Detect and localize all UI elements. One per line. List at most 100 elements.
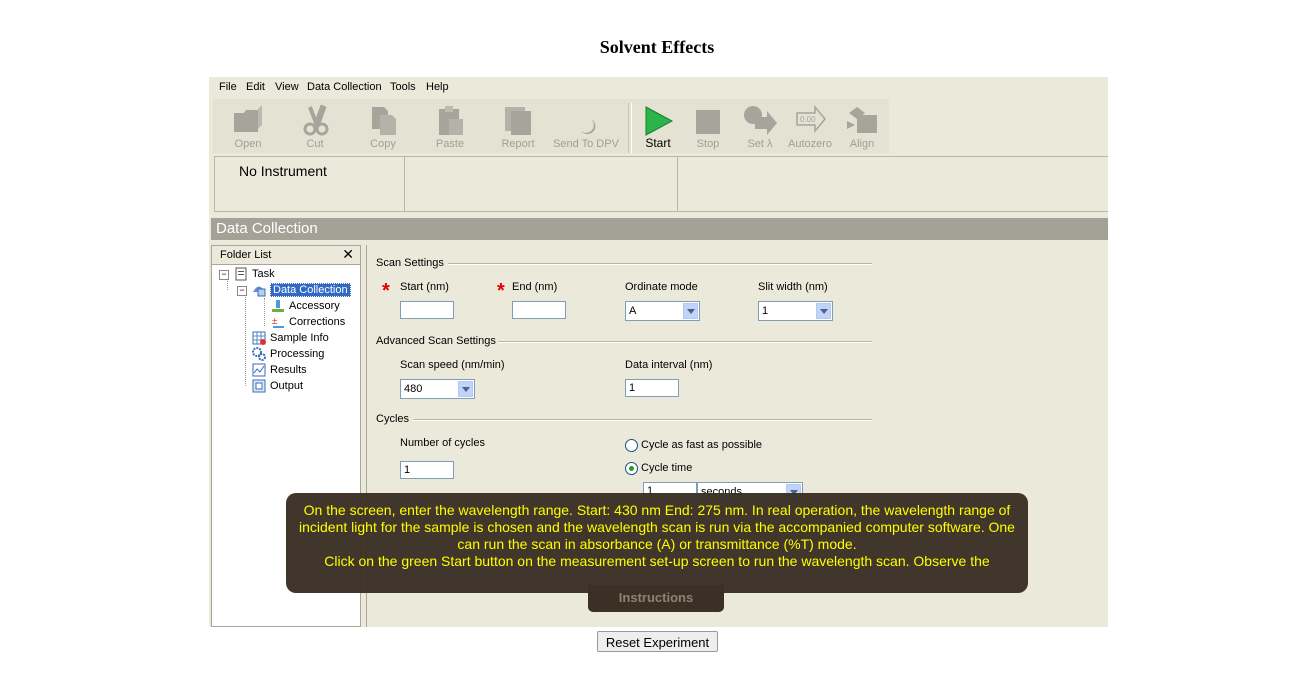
number-of-cycles-label: Number of cycles (400, 437, 485, 449)
cycle-time-label: Cycle time (641, 462, 693, 474)
end-nm-input[interactable] (512, 301, 566, 319)
report-icon (505, 107, 531, 135)
task-icon (235, 267, 247, 281)
start-nm-input[interactable] (400, 301, 454, 319)
reset-experiment-button[interactable]: Reset Experiment (597, 631, 718, 652)
copy-button[interactable]: Copy (348, 101, 418, 151)
tree-item-output[interactable]: Output (252, 379, 303, 393)
tree-item-sample-info[interactable]: Sample Info (252, 331, 329, 346)
folder-list-header: Folder List ✕ (212, 246, 360, 265)
menu-edit[interactable]: Edit (246, 81, 265, 93)
play-icon (645, 106, 673, 136)
ordinate-mode-label: Ordinate mode (625, 281, 698, 293)
corrections-icon: ± (272, 316, 284, 329)
align-icon (847, 107, 877, 133)
report-label: Report (501, 138, 535, 150)
cycle-time-radio[interactable] (625, 462, 638, 475)
chevron-down-icon (816, 303, 831, 319)
slit-width-label: Slit width (nm) (758, 281, 828, 293)
folder-list-title: Folder List (220, 249, 272, 261)
divider (448, 263, 872, 265)
scan-speed-value: 480 (404, 383, 423, 395)
divider (498, 341, 872, 343)
cycle-fast-radio[interactable] (625, 439, 638, 452)
send-to-dpv-button[interactable]: Send To DPV (551, 101, 621, 151)
sample-info-icon (252, 331, 266, 346)
instructions-panel: On the screen, enter the wavelength rang… (286, 493, 1028, 593)
ordinate-mode-select[interactable]: A (625, 301, 700, 321)
slit-width-value: 1 (762, 305, 769, 317)
menu-help[interactable]: Help (426, 81, 449, 93)
status-bar: No Instrument (209, 156, 1108, 212)
copy-label: Copy (370, 138, 396, 150)
tree-item-accessory[interactable]: Accessory (271, 299, 340, 313)
processing-gear-icon (252, 347, 266, 362)
start-nm-label: Start (nm) (400, 281, 449, 293)
menu-file[interactable]: File (219, 81, 237, 93)
status-pane-2 (404, 156, 678, 212)
open-label: Open (234, 138, 262, 150)
instructions-text-2: Click on the green Start button on the m… (324, 553, 990, 569)
open-button[interactable]: Open (213, 101, 283, 151)
tree-item-corrections[interactable]: ± Corrections (271, 315, 345, 329)
instructions-tab[interactable]: Instructions (588, 585, 724, 612)
results-graph-icon (252, 363, 266, 377)
scissors-icon (303, 105, 329, 136)
output-icon (252, 379, 266, 393)
paste-button[interactable]: Paste (415, 101, 485, 151)
tree-line (245, 294, 246, 386)
section-header: Data Collection (211, 218, 1108, 240)
instrument-pane: No Instrument (214, 156, 405, 212)
send-dpv-icon (581, 119, 596, 135)
cycle-fast-label: Cycle as fast as possible (641, 439, 763, 451)
end-nm-label: End (nm) (512, 281, 558, 293)
tree-item-data-collection[interactable]: Data Collection (252, 283, 351, 297)
collapse-data-collection-icon[interactable]: − (237, 286, 247, 296)
folder-open-icon (234, 105, 262, 132)
status-pane-3 (677, 156, 1108, 212)
data-collection-icon (253, 286, 266, 297)
menu-data-collection[interactable]: Data Collection (307, 81, 382, 93)
required-mark: * (382, 280, 390, 302)
tree-item-results[interactable]: Results (252, 363, 307, 377)
report-button[interactable]: Report (483, 101, 553, 151)
divider (413, 419, 872, 421)
cut-label: Cut (306, 138, 324, 150)
data-interval-input[interactable]: 1 (625, 379, 679, 397)
paste-label: Paste (435, 138, 465, 150)
toolbar: Open Cut Copy Paste Report Send To DPV S… (213, 99, 889, 153)
tree-line (264, 298, 265, 326)
clipboard-icon (439, 106, 463, 135)
number-of-cycles-input[interactable]: 1 (400, 461, 454, 479)
instructions-text: On the screen, enter the wavelength rang… (299, 502, 1015, 552)
chevron-down-icon (458, 381, 473, 397)
autozero-icon-text: 0.00 (800, 115, 816, 124)
ordinate-mode-value: A (629, 305, 637, 317)
close-icon[interactable]: ✕ (342, 246, 354, 263)
tree-item-task[interactable]: Task (234, 267, 275, 281)
toolbar-separator (628, 103, 632, 153)
menu-tools[interactable]: Tools (390, 81, 416, 93)
slit-width-select[interactable]: 1 (758, 301, 833, 321)
align-button[interactable]: Align (827, 101, 897, 151)
send-to-dpv-label: Send To DPV (553, 138, 619, 150)
menu-view[interactable]: View (275, 81, 299, 93)
scan-settings-heading: Scan Settings (376, 257, 444, 269)
cut-button[interactable]: Cut (280, 101, 350, 151)
collapse-task-icon[interactable]: − (219, 270, 229, 280)
page-title: Solvent Effects (599, 37, 715, 57)
copy-icon (372, 107, 396, 135)
stop-icon (696, 110, 720, 134)
set-wavelength-icon (744, 106, 777, 135)
instrument-status: No Instrument (239, 163, 327, 179)
required-mark: * (497, 280, 505, 302)
svg-text:±: ± (272, 316, 278, 327)
scan-speed-label: Scan speed (nm/min) (400, 359, 505, 371)
chevron-down-icon (683, 303, 698, 319)
cycles-heading: Cycles (376, 413, 410, 425)
scan-speed-select[interactable]: 480 (400, 379, 475, 399)
tree-item-processing[interactable]: Processing (252, 347, 324, 362)
data-interval-label: Data interval (nm) (625, 359, 713, 371)
align-label: Align (849, 138, 875, 150)
advanced-scan-settings-heading: Advanced Scan Settings (376, 335, 496, 347)
